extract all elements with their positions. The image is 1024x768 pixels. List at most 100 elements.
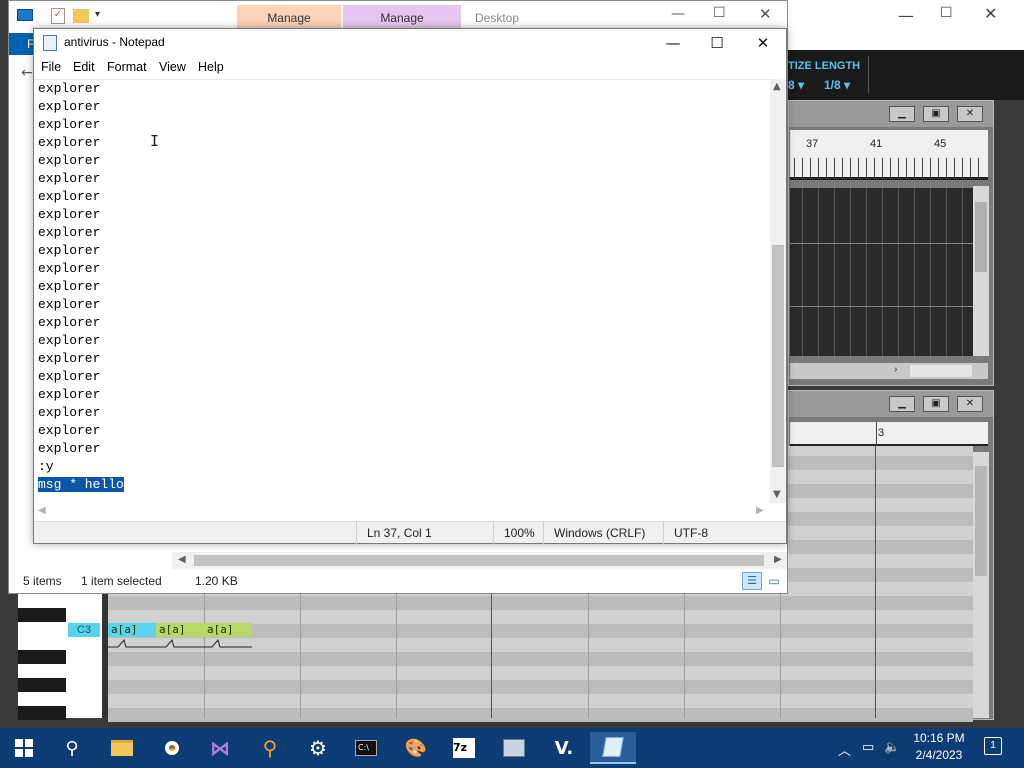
- mdi-close-button[interactable]: ✕: [957, 396, 983, 412]
- text-line: explorer: [38, 117, 101, 132]
- explorer-horizontal-scrollbar[interactable]: ◀ ▶: [172, 552, 787, 569]
- explorer-statusbar: 5 items 1 item selected 1.20 KB ☰ ▭: [9, 571, 787, 593]
- scroll-thumb[interactable]: [772, 245, 784, 467]
- encoding: UTF-8: [663, 522, 786, 544]
- close-icon[interactable]: ✕: [984, 4, 997, 23]
- search-tool-icon[interactable]: ⚲: [250, 732, 290, 764]
- text-cursor-icon: I: [150, 132, 160, 150]
- explorer-close-icon[interactable]: ✕: [759, 5, 772, 23]
- explorer-maximize-icon[interactable]: ☐: [713, 5, 726, 21]
- mdi-restore-button[interactable]: ▣: [923, 106, 949, 122]
- menu-format[interactable]: Format: [107, 60, 147, 74]
- vertical-scrollbar[interactable]: ▲ ▼: [770, 79, 786, 503]
- length-dropdown[interactable]: 1/8 ▾: [824, 78, 850, 92]
- toolbar-divider: [868, 56, 869, 94]
- taskbar: ⚲ ⋈ ⚲ ⚙ C:\ 🎨 7z V. ︿ ▭ 🔈 10:16 PM 2/4/2…: [0, 728, 1024, 768]
- terminal-icon[interactable]: C:\: [346, 732, 386, 764]
- line-ending: Windows (CRLF): [543, 522, 663, 544]
- menu-file[interactable]: File: [41, 60, 61, 74]
- track-vertical-scrollbar[interactable]: [973, 186, 989, 356]
- menu-help[interactable]: Help: [198, 60, 224, 74]
- keyboard-divider: [102, 590, 108, 718]
- back-arrow-icon[interactable]: ←: [21, 65, 33, 81]
- scroll-left-icon[interactable]: ◀: [38, 505, 46, 516]
- clock-time: 10:16 PM: [913, 731, 965, 745]
- horizontal-scrollbar[interactable]: ◀ ▶: [34, 503, 770, 519]
- file-tab[interactable]: F: [9, 33, 35, 55]
- text-line: explorer: [38, 297, 101, 312]
- mdi-restore-button[interactable]: ▣: [923, 396, 949, 412]
- quick-access-dropdown-icon[interactable]: ▾: [95, 9, 100, 20]
- large-icons-view-icon[interactable]: ▭: [765, 572, 783, 590]
- item-count: 5 items: [23, 574, 62, 588]
- text-line: explorer: [38, 369, 101, 384]
- notification-icon[interactable]: 1: [984, 737, 1002, 755]
- notepad-icon[interactable]: [590, 732, 636, 764]
- text-line: explorer: [38, 189, 101, 204]
- new-folder-icon[interactable]: [73, 9, 89, 23]
- text-line: explorer: [38, 333, 101, 348]
- details-view-icon[interactable]: ☰: [742, 572, 762, 590]
- explorer-minimize-icon[interactable]: —: [671, 6, 685, 22]
- status-bar: Ln 37, Col 1 100% Windows (CRLF) UTF-8: [34, 521, 786, 544]
- scroll-right-icon[interactable]: ▶: [774, 554, 782, 565]
- menu-bar: File Edit Format View Help: [34, 57, 786, 79]
- maximize-icon[interactable]: ☐: [940, 5, 953, 21]
- explorer-app-icon: [17, 9, 33, 21]
- midi-note[interactable]: a[a]: [204, 623, 252, 637]
- text-line: explorer: [38, 153, 101, 168]
- text-line: explorer: [38, 135, 101, 150]
- ruler-bar-41: 41: [870, 138, 883, 150]
- quantize-dropdown[interactable]: 8 ▾: [788, 78, 804, 92]
- clock-date: 2/4/2023: [915, 748, 963, 762]
- network-icon[interactable]: [494, 732, 534, 764]
- midi-note[interactable]: a[a]: [108, 623, 156, 637]
- 7zip-icon[interactable]: 7z: [444, 732, 484, 764]
- minimize-icon[interactable]: —: [650, 29, 696, 57]
- text-line: explorer: [38, 441, 101, 456]
- window-title: antivirus - Notepad: [64, 35, 165, 49]
- daw-titlebar: — ☐ ✕: [788, 0, 1024, 50]
- text-line: explorer: [38, 405, 101, 420]
- maximize-icon[interactable]: ☐: [694, 29, 740, 57]
- piano-roll-ruler[interactable]: 3: [790, 422, 988, 446]
- track-grid[interactable]: [790, 188, 973, 356]
- visual-studio-icon[interactable]: ⋈: [200, 732, 240, 764]
- mdi-minimize-button[interactable]: ▁: [889, 106, 915, 122]
- chevron-up-icon[interactable]: ︿: [838, 740, 851, 759]
- scroll-left-icon[interactable]: ◀: [178, 554, 186, 565]
- close-icon[interactable]: ✕: [740, 29, 786, 57]
- text-editor-area[interactable]: explorer explorer explorer explorer expl…: [34, 79, 770, 503]
- file-explorer-icon[interactable]: [102, 732, 142, 764]
- scroll-right-icon[interactable]: ▶: [756, 505, 764, 516]
- search-icon[interactable]: ⚲: [52, 732, 92, 764]
- paint-icon[interactable]: 🎨: [396, 732, 436, 764]
- volume-icon[interactable]: 🔈: [884, 740, 900, 755]
- text-line: explorer: [38, 423, 101, 438]
- mdi-minimize-button[interactable]: ▁: [889, 396, 915, 412]
- menu-view[interactable]: View: [159, 60, 186, 74]
- text-line: explorer: [38, 351, 101, 366]
- menu-edit[interactable]: Edit: [73, 60, 95, 74]
- note-velocity-curve: [108, 638, 252, 648]
- network-tray-icon[interactable]: ▭: [862, 740, 874, 755]
- mdi-close-button[interactable]: ✕: [957, 106, 983, 122]
- settings-icon[interactable]: ⚙: [298, 732, 338, 764]
- system-clock[interactable]: 10:16 PM 2/4/2023: [900, 730, 978, 766]
- notepad-titlebar[interactable]: antivirus - Notepad — ☐ ✕: [34, 29, 786, 57]
- scroll-down-icon[interactable]: ▼: [773, 489, 781, 500]
- minimize-icon[interactable]: —: [898, 6, 914, 25]
- scroll-up-icon[interactable]: ▲: [773, 81, 781, 92]
- start-icon[interactable]: [4, 732, 44, 764]
- track-horizontal-scrollbar[interactable]: ›: [790, 363, 988, 379]
- vim-icon[interactable]: V.: [544, 732, 584, 764]
- piano-roll-vertical-scrollbar[interactable]: [973, 452, 989, 718]
- piano-keyboard[interactable]: [18, 590, 102, 720]
- midi-note[interactable]: a[a]: [156, 623, 204, 637]
- notepad-window: antivirus - Notepad — ☐ ✕ File Edit Form…: [33, 28, 787, 544]
- timeline-ruler[interactable]: 37 41 45: [790, 130, 988, 180]
- scroll-thumb[interactable]: [194, 555, 764, 566]
- properties-icon[interactable]: ✓: [51, 8, 65, 24]
- text-line: explorer: [38, 207, 101, 222]
- chrome-icon[interactable]: [152, 732, 192, 764]
